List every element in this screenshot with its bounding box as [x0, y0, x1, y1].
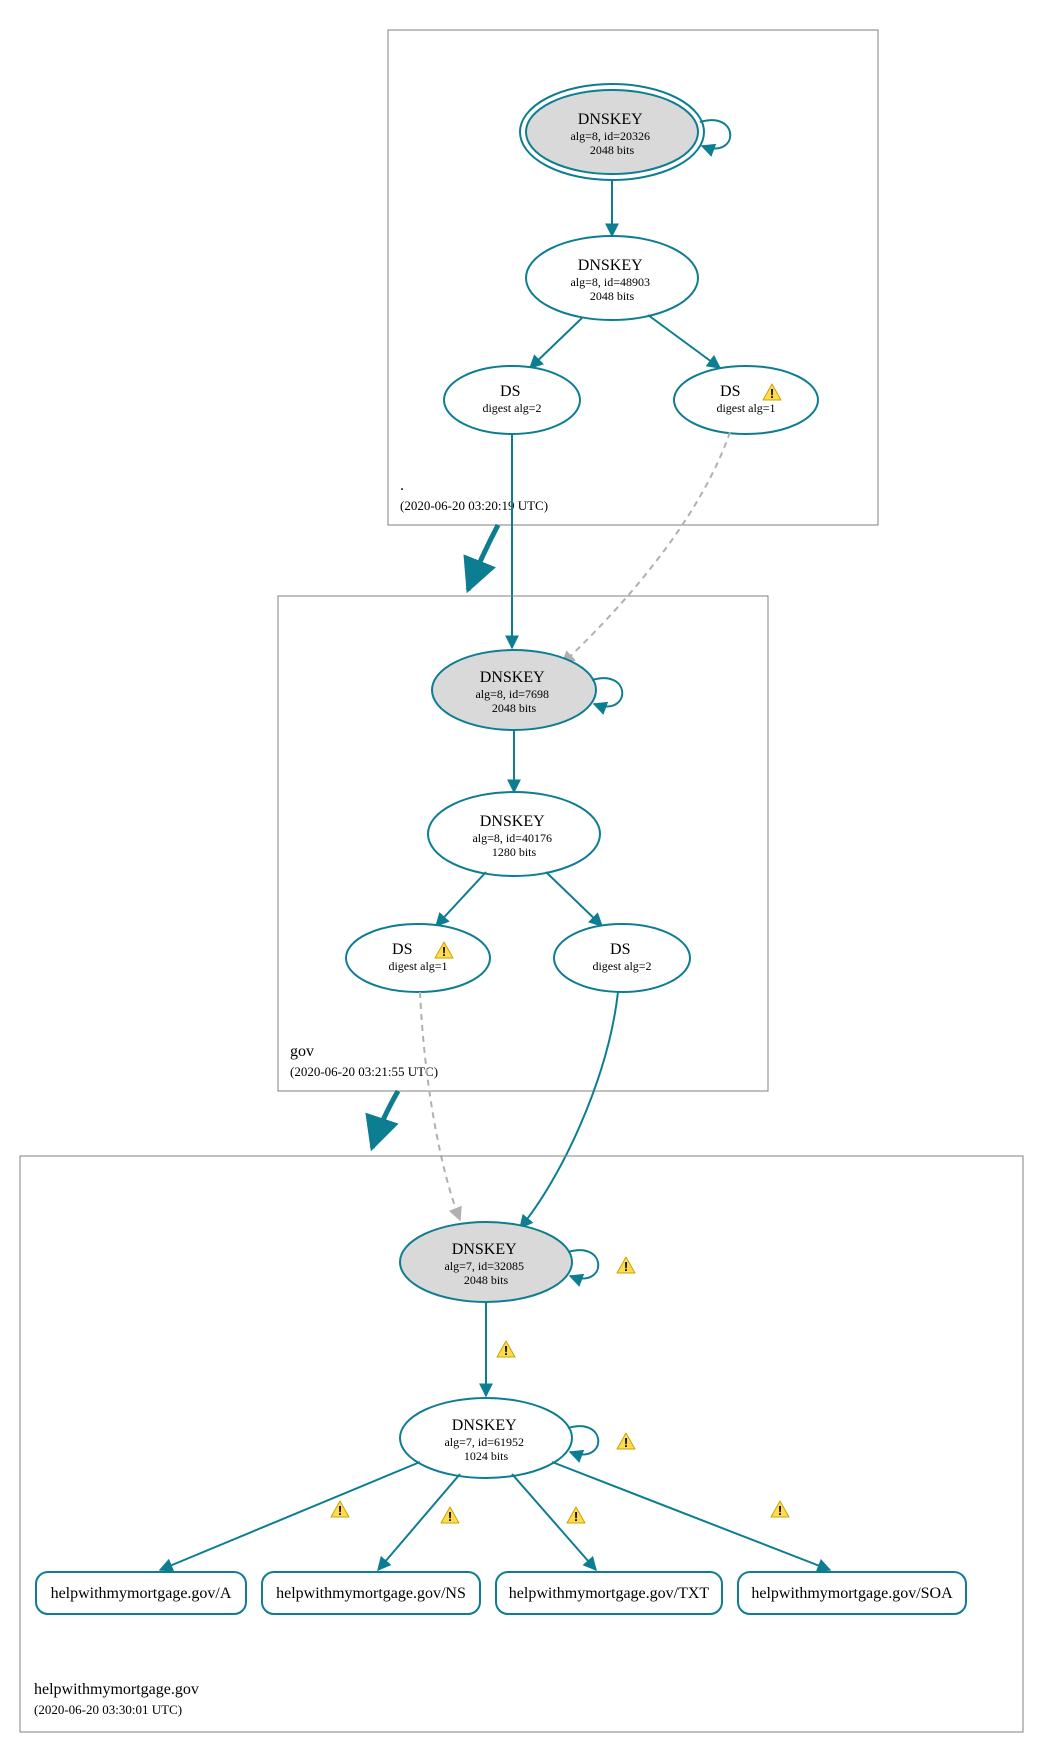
rrset-soa-label: helpwithmymortgage.gov/SOA: [751, 1585, 953, 1602]
warning-icon: [567, 1507, 585, 1524]
node-root-ds-1: [674, 366, 818, 434]
rrset-ns-label: helpwithmymortgage.gov/NS: [276, 1585, 466, 1602]
warning-icon: [497, 1341, 515, 1358]
zone-label-gov: gov (2020-06-20 03:21:55 UTC): [290, 1043, 438, 1079]
edge-zone-gov-to-domain: [372, 1091, 398, 1148]
edge-zone-root-to-gov: [468, 525, 498, 590]
edge-gov-zsk-to-ds2: [546, 872, 602, 926]
edge-root-ds1-to-gov-ksk: [562, 432, 730, 664]
zone-label-domain: helpwithmymortgage.gov (2020-06-20 03:30…: [34, 1681, 202, 1717]
edge-root-zsk-to-ds1: [530, 317, 583, 368]
edge-gov-ds2-to-dom-ksk: [520, 992, 618, 1228]
edge-gov-zsk-to-ds1: [436, 872, 486, 926]
warning-icon: [331, 1501, 349, 1518]
warning-icon: [617, 1257, 635, 1274]
node-gov-ds-2: [554, 924, 690, 992]
rrset-a-label: helpwithmymortgage.gov/A: [51, 1585, 232, 1602]
edge-dom-zsk-to-a: [160, 1462, 420, 1570]
rrset-txt-label: helpwithmymortgage.gov/TXT: [509, 1585, 710, 1602]
node-root-ds-2: [444, 366, 580, 434]
warning-icon: [771, 1501, 789, 1518]
node-gov-ds-1: [346, 924, 490, 992]
edge-root-zsk-to-ds2: [648, 315, 720, 368]
dnssec-graph: ! . (2020-06-20 03:20:19 UTC) DNSKEY alg…: [0, 0, 1043, 1762]
zone-label-root: . (2020-06-20 03:20:19 UTC): [400, 477, 548, 513]
edge-gov-ds1-to-dom-ksk: [420, 992, 460, 1220]
warning-icon: [617, 1433, 635, 1450]
warning-icon: [441, 1507, 459, 1524]
